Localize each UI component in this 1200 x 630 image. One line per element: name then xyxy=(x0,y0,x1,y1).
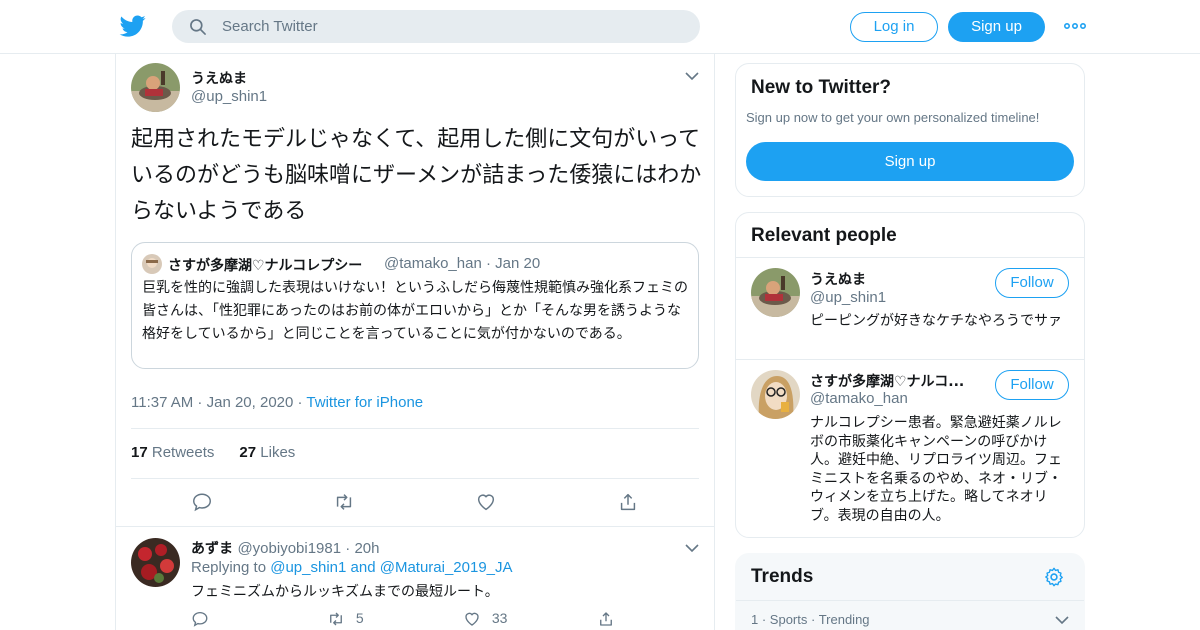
trend-rank: 1 xyxy=(751,612,759,627)
likes-label: Likes xyxy=(260,444,296,461)
replying-to-link-2[interactable]: @Maturai_2019_JA xyxy=(380,559,513,576)
reply-retweet-action[interactable]: 5 xyxy=(326,610,364,628)
divider xyxy=(736,257,1084,258)
reply-avatar[interactable] xyxy=(131,538,180,587)
reply-share-action[interactable] xyxy=(596,610,616,628)
search-icon xyxy=(190,19,206,35)
share-icon xyxy=(600,612,612,626)
new-to-twitter-card: New to Twitter? Sign up now to get your … xyxy=(735,63,1085,197)
tweet-meta: 11:37 AM · Jan 20, 2020 · Twitter for iP… xyxy=(131,394,424,411)
person-avatar[interactable] xyxy=(751,370,800,419)
trend-category: Sports xyxy=(769,612,808,627)
person-handle[interactable]: @tamako_han xyxy=(810,390,908,407)
reply-icon[interactable] xyxy=(191,491,213,513)
retweets-stat[interactable]: 17 Retweets xyxy=(131,444,214,461)
replying-to: Replying to @up_shin1 and @Maturai_2019_… xyxy=(191,559,513,576)
chevron-down-icon[interactable] xyxy=(685,543,699,553)
avatar-image xyxy=(131,63,180,112)
quote-text: 巨乳を性的に強調した表現はいけない！というふしだら侮蔑性規範慎み強化系フェミの皆… xyxy=(142,280,688,342)
person-name[interactable]: さすが多摩湖♡ナルコ... xyxy=(810,371,964,391)
relevant-people-card: Relevant people うえぬま @up_shin1 Follow ピー… xyxy=(735,212,1085,538)
reply-author-handle[interactable]: @yobiyobi1981 xyxy=(237,540,341,557)
new-to-twitter-subtitle: Sign up now to get your own personalized… xyxy=(746,110,1040,125)
quote-author-handle: @tamako_han xyxy=(384,255,482,272)
divider xyxy=(736,600,1084,601)
like-icon[interactable] xyxy=(475,491,497,513)
retweets-count: 17 xyxy=(131,444,148,461)
trend-status: Trending xyxy=(818,612,870,627)
reply-icon xyxy=(192,612,208,628)
tweet-text: 起用されたモデルじゃなくて、起用した側に文句がいっているのがどうも脳味噌にザーメ… xyxy=(131,127,702,224)
gear-icon[interactable] xyxy=(1043,566,1065,588)
quoted-tweet[interactable]: さすが多摩湖♡ナルコレプシー @tamako_han · Jan 20 巨乳を性… xyxy=(131,242,699,369)
reply-reply-action[interactable] xyxy=(191,610,209,628)
likes-stat[interactable]: 27 Likes xyxy=(239,444,295,461)
relevant-people-title: Relevant people xyxy=(751,225,897,246)
reply-text: フェミニズムからルッキズムまでの最短ルート。 xyxy=(191,584,499,600)
tweet-column: うえぬま @up_shin1 起用されたモデルじゃなくて、起用した側に文句がいっ… xyxy=(115,54,715,630)
like-icon xyxy=(465,613,479,627)
quote-date: Jan 20 xyxy=(495,255,541,272)
share-icon[interactable] xyxy=(617,491,639,513)
reply-header: あずま @yobiyobi1981 · 20h xyxy=(191,540,380,557)
signup-button[interactable]: Sign up xyxy=(948,12,1045,42)
replying-to-link-1[interactable]: @up_shin1 xyxy=(270,559,346,576)
login-button[interactable]: Log in xyxy=(850,12,938,42)
chevron-down-icon[interactable] xyxy=(685,71,699,81)
replying-prefix: Replying to xyxy=(191,559,267,576)
person-avatar-image xyxy=(751,370,800,419)
quote-meta: @tamako_han · Jan 20 xyxy=(384,255,541,272)
tweet-date[interactable]: Jan 20, 2020 xyxy=(207,394,294,411)
sidebar-signup-button[interactable]: Sign up xyxy=(746,142,1074,181)
follow-button[interactable]: Follow xyxy=(995,268,1069,298)
more-dots-icon[interactable] xyxy=(1064,18,1086,34)
person-bio: ピーピングが好きなケチなやろうでサァ xyxy=(810,313,1062,329)
quote-avatar-image xyxy=(142,254,162,274)
replying-and: and xyxy=(350,559,376,576)
reply-avatar-image xyxy=(131,538,180,587)
tweet-time[interactable]: 11:37 AM xyxy=(131,394,193,411)
tweet-stats: 17 Retweets 27 Likes xyxy=(131,444,295,461)
divider xyxy=(736,359,1084,360)
divider xyxy=(131,428,699,429)
quote-author-name: さすが多摩湖♡ナルコレプシー xyxy=(168,258,363,274)
person-bio: ナルコレプシー患者。緊急避妊薬ノルレボの市販薬化キャンペーンの呼びかけ人。避妊中… xyxy=(810,415,1062,524)
person-avatar-image xyxy=(751,268,800,317)
tweet-author-name[interactable]: うえぬま xyxy=(191,68,247,88)
chevron-down-icon[interactable] xyxy=(1055,615,1069,625)
trends-card: Trends 1 · Sports · Trending xyxy=(735,553,1085,630)
retweet-icon xyxy=(330,612,342,626)
new-to-twitter-title: New to Twitter? xyxy=(751,77,892,98)
search-input[interactable] xyxy=(222,10,682,43)
reply-author-name[interactable]: あずま xyxy=(191,541,233,557)
top-bar: Log in Sign up xyxy=(0,0,1200,54)
trends-title: Trends xyxy=(751,566,814,587)
trend-item[interactable]: 1 · Sports · Trending xyxy=(751,612,870,627)
person-avatar[interactable] xyxy=(751,268,800,317)
reply-like-action[interactable]: 33 xyxy=(462,610,507,628)
divider xyxy=(116,526,714,527)
retweet-icon[interactable] xyxy=(333,491,355,513)
retweets-label: Retweets xyxy=(151,444,215,461)
avatar[interactable] xyxy=(131,63,180,112)
person-handle[interactable]: @up_shin1 xyxy=(810,289,886,306)
reply-retweet-count: 5 xyxy=(355,610,364,626)
divider xyxy=(131,478,699,479)
tweet-source[interactable]: Twitter for iPhone xyxy=(306,394,423,411)
person-name[interactable]: うえぬま xyxy=(810,269,866,289)
likes-count: 27 xyxy=(239,444,257,461)
reply-like-count: 33 xyxy=(491,610,508,626)
twitter-bird-icon[interactable] xyxy=(119,13,147,39)
quote-avatar xyxy=(142,254,162,274)
search-box[interactable] xyxy=(172,10,700,43)
tweet-author-handle[interactable]: @up_shin1 xyxy=(191,88,267,105)
follow-button[interactable]: Follow xyxy=(995,370,1069,400)
reply-time[interactable]: 20h xyxy=(354,540,379,557)
